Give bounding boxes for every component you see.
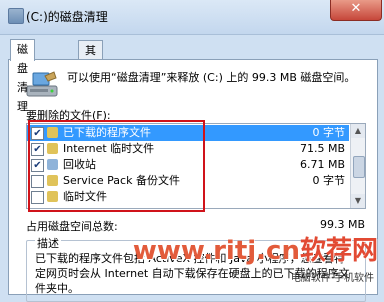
checkbox[interactable]: ✔	[31, 159, 44, 172]
drive-icon	[26, 71, 58, 97]
tab-more-options[interactable]: 其他选项	[78, 40, 103, 114]
file-name: 临时文件	[63, 190, 107, 203]
file-name: 已下载的程序文件	[63, 126, 151, 139]
watermark-url: www.ritj.cn	[132, 236, 300, 266]
list-item[interactable]: 临时文件	[27, 189, 349, 205]
folder-icon	[47, 175, 58, 186]
list-scrollbar[interactable]: ▲ ▼	[350, 124, 365, 208]
list-item[interactable]: ✔ 已下载的程序文件 0 字节	[27, 125, 349, 141]
total-space-label: 占用磁盘空间总数:	[26, 220, 118, 233]
checkbox[interactable]: ✔	[31, 127, 44, 140]
watermark: www.ritj.cn软荐网	[133, 230, 378, 267]
checkbox[interactable]	[31, 175, 44, 188]
disk-cleanup-icon	[8, 8, 24, 24]
close-button[interactable]: ✕	[330, 0, 382, 21]
list-item[interactable]: Service Pack 备份文件 0 字节	[27, 173, 349, 189]
checkbox[interactable]: ✔	[31, 143, 44, 156]
tab-disk-cleanup[interactable]: 磁盘清理	[10, 39, 35, 113]
folder-icon	[47, 191, 58, 202]
window-title: (C:)的磁盘清理	[26, 10, 108, 24]
file-size: 71.5 MB	[299, 142, 345, 155]
lock-folder-icon	[47, 143, 58, 154]
list-item[interactable]: ✔ 回收站 6.71 MB	[27, 157, 349, 173]
watermark-tagline: 电脑软件·手机软件	[290, 273, 374, 284]
file-size: 0 字节	[312, 126, 346, 139]
files-to-delete-list[interactable]: ✔ 已下载的程序文件 0 字节 ✔ Internet 临时文件 71.5 MB …	[26, 123, 366, 209]
file-name: 回收站	[63, 158, 96, 171]
intro-text: 可以使用“磁盘清理”来释放 (C:) 上的 99.3 MB 磁盘空间。	[67, 71, 356, 84]
list-item[interactable]: ✔ Internet 临时文件 71.5 MB	[27, 141, 349, 157]
file-name: Service Pack 备份文件	[63, 174, 180, 187]
scroll-thumb[interactable]	[353, 156, 365, 178]
file-name: Internet 临时文件	[63, 142, 155, 155]
file-size: 6.71 MB	[299, 158, 345, 171]
files-to-delete-label: 要删除的文件(F):	[26, 109, 111, 122]
title-bar: (C:)的磁盘清理 ✕	[0, 0, 384, 35]
scroll-up-arrow-icon[interactable]: ▲	[351, 124, 365, 138]
folder-icon	[47, 127, 58, 138]
file-size: 0 字节	[312, 174, 346, 187]
checkbox[interactable]	[31, 191, 44, 204]
recycle-bin-icon	[47, 159, 58, 170]
watermark-brand: 软荐网	[299, 236, 378, 266]
scroll-down-arrow-icon[interactable]: ▼	[351, 194, 365, 208]
description-title: 描述	[35, 235, 61, 251]
